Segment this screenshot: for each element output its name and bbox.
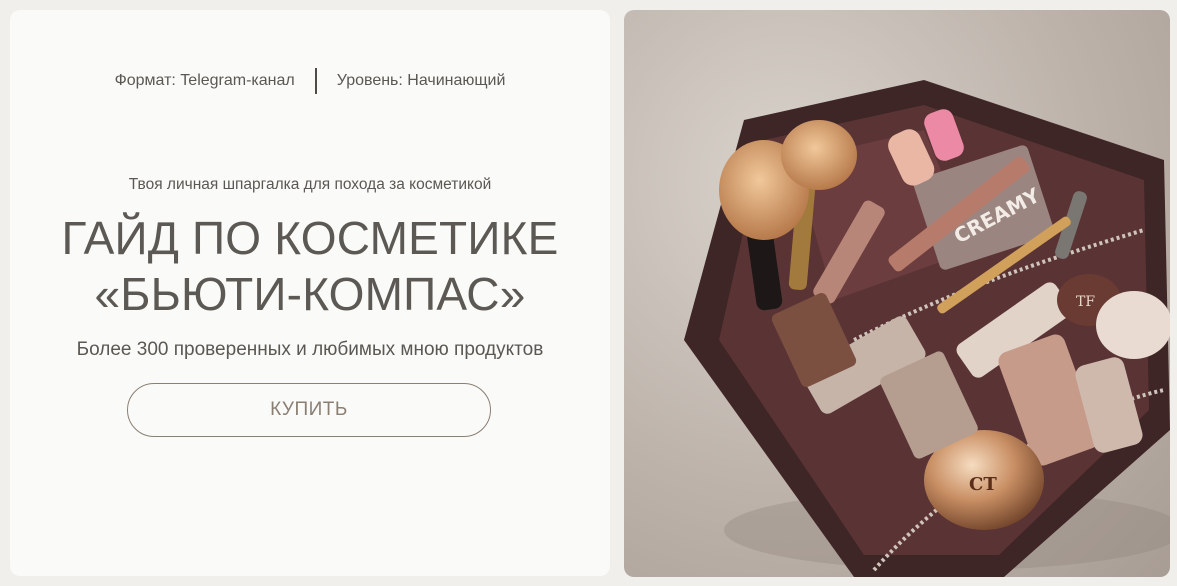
hero-title-line1: ГАЙД ПО КОСМЕТИКЕ <box>61 212 559 264</box>
hero-title-line2: «БЬЮТИ-КОМПАС» <box>94 268 526 320</box>
compact-label: CT <box>969 474 997 495</box>
makeup-bag-photo: CREAMY TF CT <box>624 10 1170 577</box>
hero-title: ГАЙД ПО КОСМЕТИКЕ «БЬЮТИ-КОМПАС» <box>10 210 610 322</box>
brush-head-2 <box>781 120 857 190</box>
buy-button[interactable]: КУПИТЬ <box>127 383 491 437</box>
makeup-bag-illustration: CREAMY TF CT <box>684 80 1170 577</box>
format-label: Формат: Telegram-канал <box>114 72 295 89</box>
hero-tagline: Более 300 проверенных и любимых мною про… <box>76 339 544 360</box>
jar-label: TF <box>1076 294 1095 310</box>
level-label: Уровень: Начинающий <box>336 72 506 89</box>
product-card: Формат: Telegram-канал Уровень: Начинающ… <box>10 10 610 576</box>
meta-row: Формат: Telegram-канал Уровень: Начинающ… <box>10 68 610 94</box>
meta-divider <box>314 68 317 94</box>
hero-subtitle: Твоя личная шпаргалка для похода за косм… <box>128 176 492 193</box>
